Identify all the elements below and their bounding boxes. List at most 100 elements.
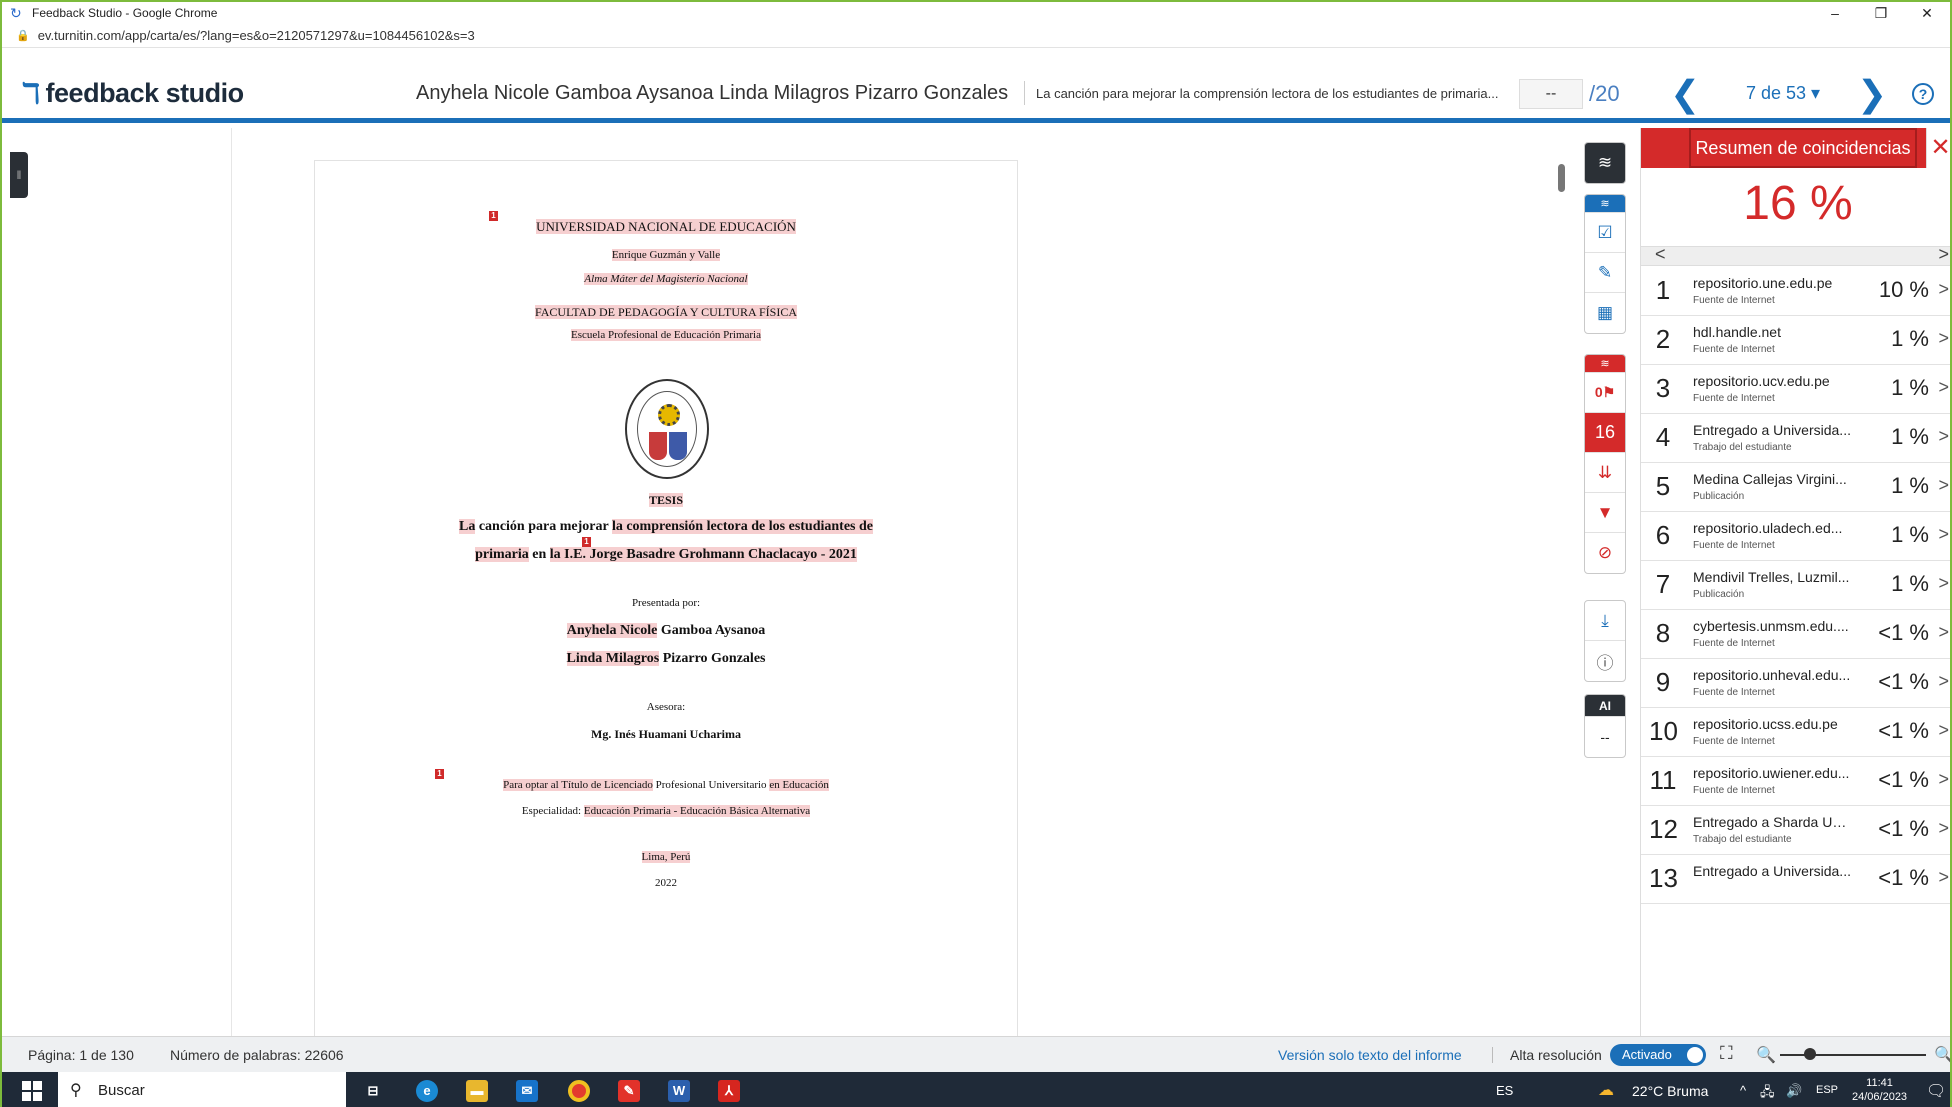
exclude-icon[interactable]: ⊘: [1585, 533, 1625, 573]
match-row[interactable]: 1 repositorio.une.edu.pe Fuente de Interne…: [1641, 267, 1950, 316]
previous-paper-button[interactable]: ❮: [1670, 73, 1700, 115]
grading-layer-icon[interactable]: ≋: [1585, 195, 1625, 213]
task-view-icon[interactable]: ⊟: [362, 1080, 384, 1102]
chevron-right-icon[interactable]: >: [1938, 622, 1949, 643]
match-number: 7: [1655, 569, 1671, 599]
edit-icon[interactable]: ✎: [1585, 253, 1625, 293]
file-explorer-icon[interactable]: ▬: [466, 1080, 488, 1102]
chrome-icon[interactable]: [568, 1080, 590, 1102]
match-row[interactable]: 8 cybertesis.unmsm.edu.... Fuente de Inter…: [1641, 610, 1950, 659]
ai-label[interactable]: AI: [1585, 695, 1625, 717]
chevron-right-icon[interactable]: >: [1938, 279, 1949, 300]
similarity-tools-group: ≋ 0⚑ 16 ⇊ ▼ ⊘: [1584, 354, 1626, 574]
doc-line-optar: 1 Para optar al Título de Licenciado Pro…: [315, 769, 1017, 791]
chevron-right-icon[interactable]: >: [1938, 426, 1949, 447]
weather-icon[interactable]: ☁: [1598, 1080, 1614, 1100]
chevron-right-icon[interactable]: >: [1938, 671, 1949, 692]
match-marker[interactable]: 1: [489, 211, 498, 221]
word-icon[interactable]: W: [668, 1080, 690, 1102]
match-percent: <1 %: [1878, 816, 1929, 841]
tray-chevron-icon[interactable]: ^: [1740, 1083, 1746, 1098]
info-icon[interactable]: ⓘ: [1585, 641, 1625, 681]
lock-icon[interactable]: 🔒: [16, 29, 30, 42]
chevron-right-icon[interactable]: >: [1938, 377, 1949, 398]
match-row[interactable]: 2 hdl.handle.net Fuente de Internet 1 % >: [1641, 316, 1950, 365]
document-scrollbar[interactable]: [1558, 164, 1565, 192]
match-row[interactable]: 13 Entregado a Universida... <1 % >: [1641, 855, 1950, 904]
chevron-right-icon[interactable]: >: [1938, 720, 1949, 741]
similarity-score-button[interactable]: 16: [1585, 413, 1625, 453]
chevron-right-icon[interactable]: >: [1938, 818, 1949, 839]
chevron-right-icon[interactable]: >: [1938, 244, 1949, 265]
download-icon[interactable]: ⤓: [1585, 601, 1625, 641]
doc-line-asesora: Asesora:: [646, 701, 686, 713]
paper-count-dropdown[interactable]: 7 de 53 ▾: [1746, 83, 1820, 104]
match-row[interactable]: 9 repositorio.unheval.edu... Fuente de Int…: [1641, 659, 1950, 708]
pdf-reader-icon[interactable]: ⅄: [718, 1080, 740, 1102]
zoom-slider[interactable]: [1780, 1054, 1926, 1056]
zoom-in-icon[interactable]: 🔍: [1934, 1045, 1950, 1065]
close-panel-icon[interactable]: ✕: [1926, 128, 1950, 168]
match-row[interactable]: 7 Mendivil Trelles, Luzmil... Publicación 1…: [1641, 561, 1950, 610]
chevron-right-icon[interactable]: >: [1938, 328, 1949, 349]
checkmark-icon[interactable]: ☑: [1585, 213, 1625, 253]
input-language[interactable]: ESP: [1816, 1084, 1838, 1096]
high-resolution-toggle[interactable]: Activado: [1610, 1044, 1706, 1066]
next-paper-button[interactable]: ❯: [1857, 73, 1887, 115]
chevron-right-icon[interactable]: >: [1938, 573, 1949, 594]
similarity-layer-icon[interactable]: ≋: [1585, 355, 1625, 373]
restore-button[interactable]: ❐: [1858, 2, 1904, 24]
zoom-slider-handle[interactable]: [1804, 1048, 1816, 1060]
filter-icon[interactable]: ▼: [1585, 493, 1625, 533]
taskbar-search[interactable]: ⚲ Buscar: [58, 1072, 346, 1107]
minimize-button[interactable]: –: [1812, 2, 1858, 24]
university-seal: [625, 379, 709, 479]
match-row[interactable]: 4 Entregado a Universida... Trabajo del es…: [1641, 414, 1950, 463]
match-row[interactable]: 12 Entregado a Sharda Uni... Trabajo del e…: [1641, 806, 1950, 855]
rubric-grid-icon[interactable]: ▦: [1585, 293, 1625, 333]
high-resolution-label: Alta resolución: [1510, 1047, 1602, 1063]
left-panel-toggle[interactable]: ‖: [10, 152, 28, 198]
grade-input[interactable]: --: [1519, 79, 1583, 109]
match-source: hdl.handle.net: [1693, 324, 1781, 340]
chevron-right-icon[interactable]: >: [1938, 769, 1949, 790]
match-marker[interactable]: 1: [435, 769, 444, 779]
windows-start-icon[interactable]: [22, 1081, 42, 1101]
help-icon[interactable]: ?: [1912, 83, 1934, 105]
acrobat-icon[interactable]: ✎: [618, 1080, 640, 1102]
sort-icon[interactable]: ⇊: [1585, 453, 1625, 493]
match-row[interactable]: 10 repositorio.ucss.edu.pe Fuente de Inter…: [1641, 708, 1950, 757]
close-window-button[interactable]: ✕: [1904, 2, 1950, 24]
fullscreen-icon[interactable]: ⛶: [1720, 1043, 1733, 1064]
match-marker[interactable]: 1: [582, 537, 591, 547]
match-row[interactable]: 6 repositorio.uladech.ed... Fuente de Inte…: [1641, 512, 1950, 561]
document-viewer: ‖ 1 UNIVERSIDAD NACIONAL DE EDUCACIÓN En…: [2, 128, 1642, 1040]
match-source: repositorio.uladech.ed...: [1693, 520, 1843, 536]
match-percent: <1 %: [1878, 767, 1929, 792]
address-bar[interactable]: 🔒 ev.turnitin.com/app/carta/es/?lang=es&…: [2, 24, 1950, 48]
match-number: 11: [1649, 765, 1677, 795]
url-text[interactable]: ev.turnitin.com/app/carta/es/?lang=es&o=…: [38, 28, 475, 43]
volume-icon[interactable]: 🔊: [1786, 1083, 1802, 1099]
chevron-left-icon[interactable]: <: [1655, 244, 1666, 265]
feedback-studio-logo[interactable]: ℸ feedback studio: [22, 77, 244, 110]
weather-text[interactable]: 22°C Bruma: [1632, 1083, 1708, 1099]
flag-count-icon[interactable]: 0⚑: [1585, 373, 1625, 413]
chevron-right-icon[interactable]: >: [1938, 524, 1949, 545]
clock[interactable]: 11:41 24/06/2023: [1852, 1076, 1907, 1104]
match-row[interactable]: 5 Medina Callejas Virgini... Publicación 1 …: [1641, 463, 1950, 512]
match-row[interactable]: 11 repositorio.uwiener.edu... Fuente de In…: [1641, 757, 1950, 806]
network-icon[interactable]: 🖧: [1760, 1083, 1775, 1105]
text-only-version-link[interactable]: Versión solo texto del informe: [1278, 1047, 1462, 1063]
notifications-icon[interactable]: 🗨: [1926, 1081, 1946, 1101]
match-source: repositorio.ucv.edu.pe: [1693, 373, 1830, 389]
chevron-right-icon[interactable]: >: [1938, 867, 1949, 888]
chevron-right-icon[interactable]: >: [1938, 475, 1949, 496]
mail-icon[interactable]: ✉: [516, 1080, 538, 1102]
language-indicator[interactable]: ES: [1496, 1083, 1513, 1098]
zoom-out-icon[interactable]: 🔍: [1756, 1045, 1776, 1065]
edge-icon[interactable]: e: [416, 1080, 438, 1102]
match-row[interactable]: 3 repositorio.ucv.edu.pe Fuente de Interne…: [1641, 365, 1950, 414]
layers-icon[interactable]: ≋: [1585, 143, 1625, 183]
ai-score[interactable]: --: [1585, 717, 1625, 757]
